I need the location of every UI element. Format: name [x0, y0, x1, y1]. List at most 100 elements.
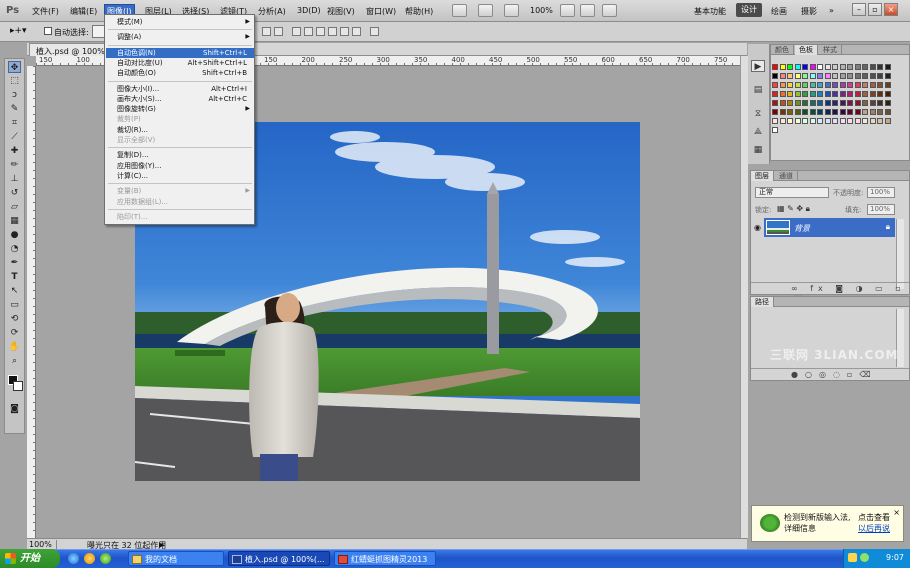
color-swatch[interactable] — [854, 64, 861, 70]
color-swatch[interactable] — [862, 64, 868, 70]
close-icon[interactable]: × — [884, 3, 898, 16]
color-swatch[interactable] — [884, 91, 891, 97]
lasso-tool-icon[interactable]: ↄ — [8, 89, 21, 101]
color-swatch[interactable] — [832, 118, 838, 124]
color-swatch[interactable] — [779, 64, 786, 70]
color-swatch[interactable] — [817, 100, 823, 106]
color-swatch[interactable] — [854, 118, 861, 124]
color-swatch[interactable] — [839, 118, 846, 124]
color-swatch[interactable] — [794, 100, 801, 106]
distribute-bottom-icon[interactable] — [316, 27, 325, 36]
color-swatch[interactable] — [817, 64, 823, 70]
color-swatch[interactable] — [877, 100, 883, 106]
minimize-icon[interactable]: – — [852, 3, 866, 16]
color-swatch[interactable] — [884, 82, 891, 88]
image-menu-item[interactable]: 复制(D)... — [106, 150, 254, 160]
color-swatch[interactable] — [787, 91, 793, 97]
arrange-documents-button[interactable] — [580, 4, 595, 17]
color-swatch[interactable] — [839, 73, 846, 79]
color-swatch[interactable] — [779, 118, 786, 124]
color-swatch[interactable] — [884, 109, 891, 115]
color-swatch[interactable] — [824, 82, 831, 88]
workspace-painting[interactable]: 绘画 — [771, 6, 787, 17]
paths-footer-icons[interactable]: ●○◎◌▫⌫ — [751, 368, 909, 380]
color-swatch[interactable] — [884, 73, 891, 79]
color-swatch[interactable] — [847, 118, 853, 124]
color-swatch[interactable] — [772, 118, 778, 124]
marquee-tool-icon[interactable]: ⬚ — [8, 75, 21, 87]
fill-field[interactable]: 100% — [867, 204, 895, 215]
color-swatch[interactable] — [787, 64, 793, 70]
color-swatch[interactable] — [839, 91, 846, 97]
notification-view-link[interactable]: 点击查看 — [858, 512, 890, 523]
tab-channels[interactable]: 通道 — [775, 171, 798, 181]
quick-mask-icon[interactable]: ◙ — [8, 403, 21, 415]
color-swatch[interactable] — [854, 100, 861, 106]
swatch-grid[interactable] — [772, 55, 894, 151]
background-color-swatch[interactable] — [13, 381, 23, 391]
tray-ime-icon[interactable] — [848, 553, 857, 562]
color-swatch[interactable] — [824, 64, 831, 70]
move-tool-preset-icon[interactable]: ▸+▾ — [10, 26, 27, 36]
color-swatch[interactable] — [847, 91, 853, 97]
color-swatch[interactable] — [847, 73, 853, 79]
distribute-left-icon[interactable] — [328, 27, 337, 36]
color-swatch[interactable] — [817, 118, 823, 124]
color-swatch[interactable] — [809, 91, 816, 97]
image-menu-item[interactable]: 图像大小(I)... Alt+Ctrl+I — [106, 84, 254, 94]
color-swatch[interactable] — [809, 118, 816, 124]
auto-select-checkbox[interactable] — [44, 27, 52, 35]
menu-analysis[interactable]: 分析(A) — [258, 6, 286, 17]
blur-tool-icon[interactable]: ● — [8, 229, 21, 241]
menu-help[interactable]: 帮助(H) — [405, 6, 433, 17]
image-menu-item[interactable]: 图像旋转(G) ▶ — [106, 104, 254, 114]
color-swatch[interactable] — [832, 82, 838, 88]
color-swatch[interactable] — [832, 100, 838, 106]
color-swatch[interactable] — [802, 64, 808, 70]
shape-tool-icon[interactable]: ▭ — [8, 299, 21, 311]
layers-footer-icons[interactable]: ∞ fx ◙ ◑ ▭ ▫ ⌫ — [751, 282, 909, 304]
color-swatch[interactable] — [847, 64, 853, 70]
tab-layers[interactable]: 图层 — [751, 171, 774, 181]
color-swatch[interactable] — [854, 73, 861, 79]
color-swatch[interactable] — [832, 91, 838, 97]
ie-quicklaunch-icon[interactable] — [68, 553, 79, 564]
color-swatch[interactable] — [779, 100, 786, 106]
color-swatch[interactable] — [809, 64, 816, 70]
eye-icon[interactable]: ◉ — [751, 218, 764, 237]
opacity-field[interactable]: 100% — [867, 187, 895, 198]
color-swatch[interactable] — [787, 82, 793, 88]
color-swatch[interactable] — [787, 73, 793, 79]
color-swatch[interactable] — [809, 82, 816, 88]
image-menu-item[interactable]: 应用图像(Y)... — [106, 161, 254, 171]
color-swatch[interactable] — [832, 73, 838, 79]
color-swatch[interactable] — [884, 100, 891, 106]
image-menu-item[interactable]: 裁切(R)... — [106, 125, 254, 135]
color-swatch[interactable] — [779, 73, 786, 79]
image-menu-item[interactable]: 自动色调(N) Shift+Ctrl+L — [106, 47, 254, 58]
color-swatch[interactable] — [862, 91, 868, 97]
color-swatch[interactable] — [869, 109, 876, 115]
launch-mini-bridge-button[interactable] — [478, 4, 493, 17]
distribute-right-icon[interactable] — [352, 27, 361, 36]
color-swatch[interactable] — [862, 118, 868, 124]
color-swatch[interactable] — [824, 73, 831, 79]
brush-panel-icon[interactable]: ⧖ — [751, 108, 765, 120]
color-swatch[interactable] — [877, 118, 883, 124]
media-quicklaunch-icon[interactable] — [84, 553, 95, 564]
color-swatch[interactable] — [787, 100, 793, 106]
color-swatch[interactable] — [877, 82, 883, 88]
history-panel-icon[interactable]: ▤ — [751, 84, 765, 96]
healing-brush-tool-icon[interactable]: ✚ — [8, 145, 21, 157]
color-swatch[interactable] — [779, 109, 786, 115]
zoom-tool-icon[interactable]: ⌕ — [8, 355, 21, 367]
color-swatch[interactable] — [854, 82, 861, 88]
color-swatch[interactable] — [809, 109, 816, 115]
color-swatch[interactable] — [869, 100, 876, 106]
layer-row-background[interactable]: ◉ 背景 🔒︎ — [751, 218, 895, 237]
color-swatch[interactable] — [884, 118, 891, 124]
task-my-documents[interactable]: 我的文档 — [128, 551, 224, 566]
color-swatch[interactable] — [794, 64, 801, 70]
color-swatch[interactable] — [869, 91, 876, 97]
color-swatch[interactable] — [794, 82, 801, 88]
